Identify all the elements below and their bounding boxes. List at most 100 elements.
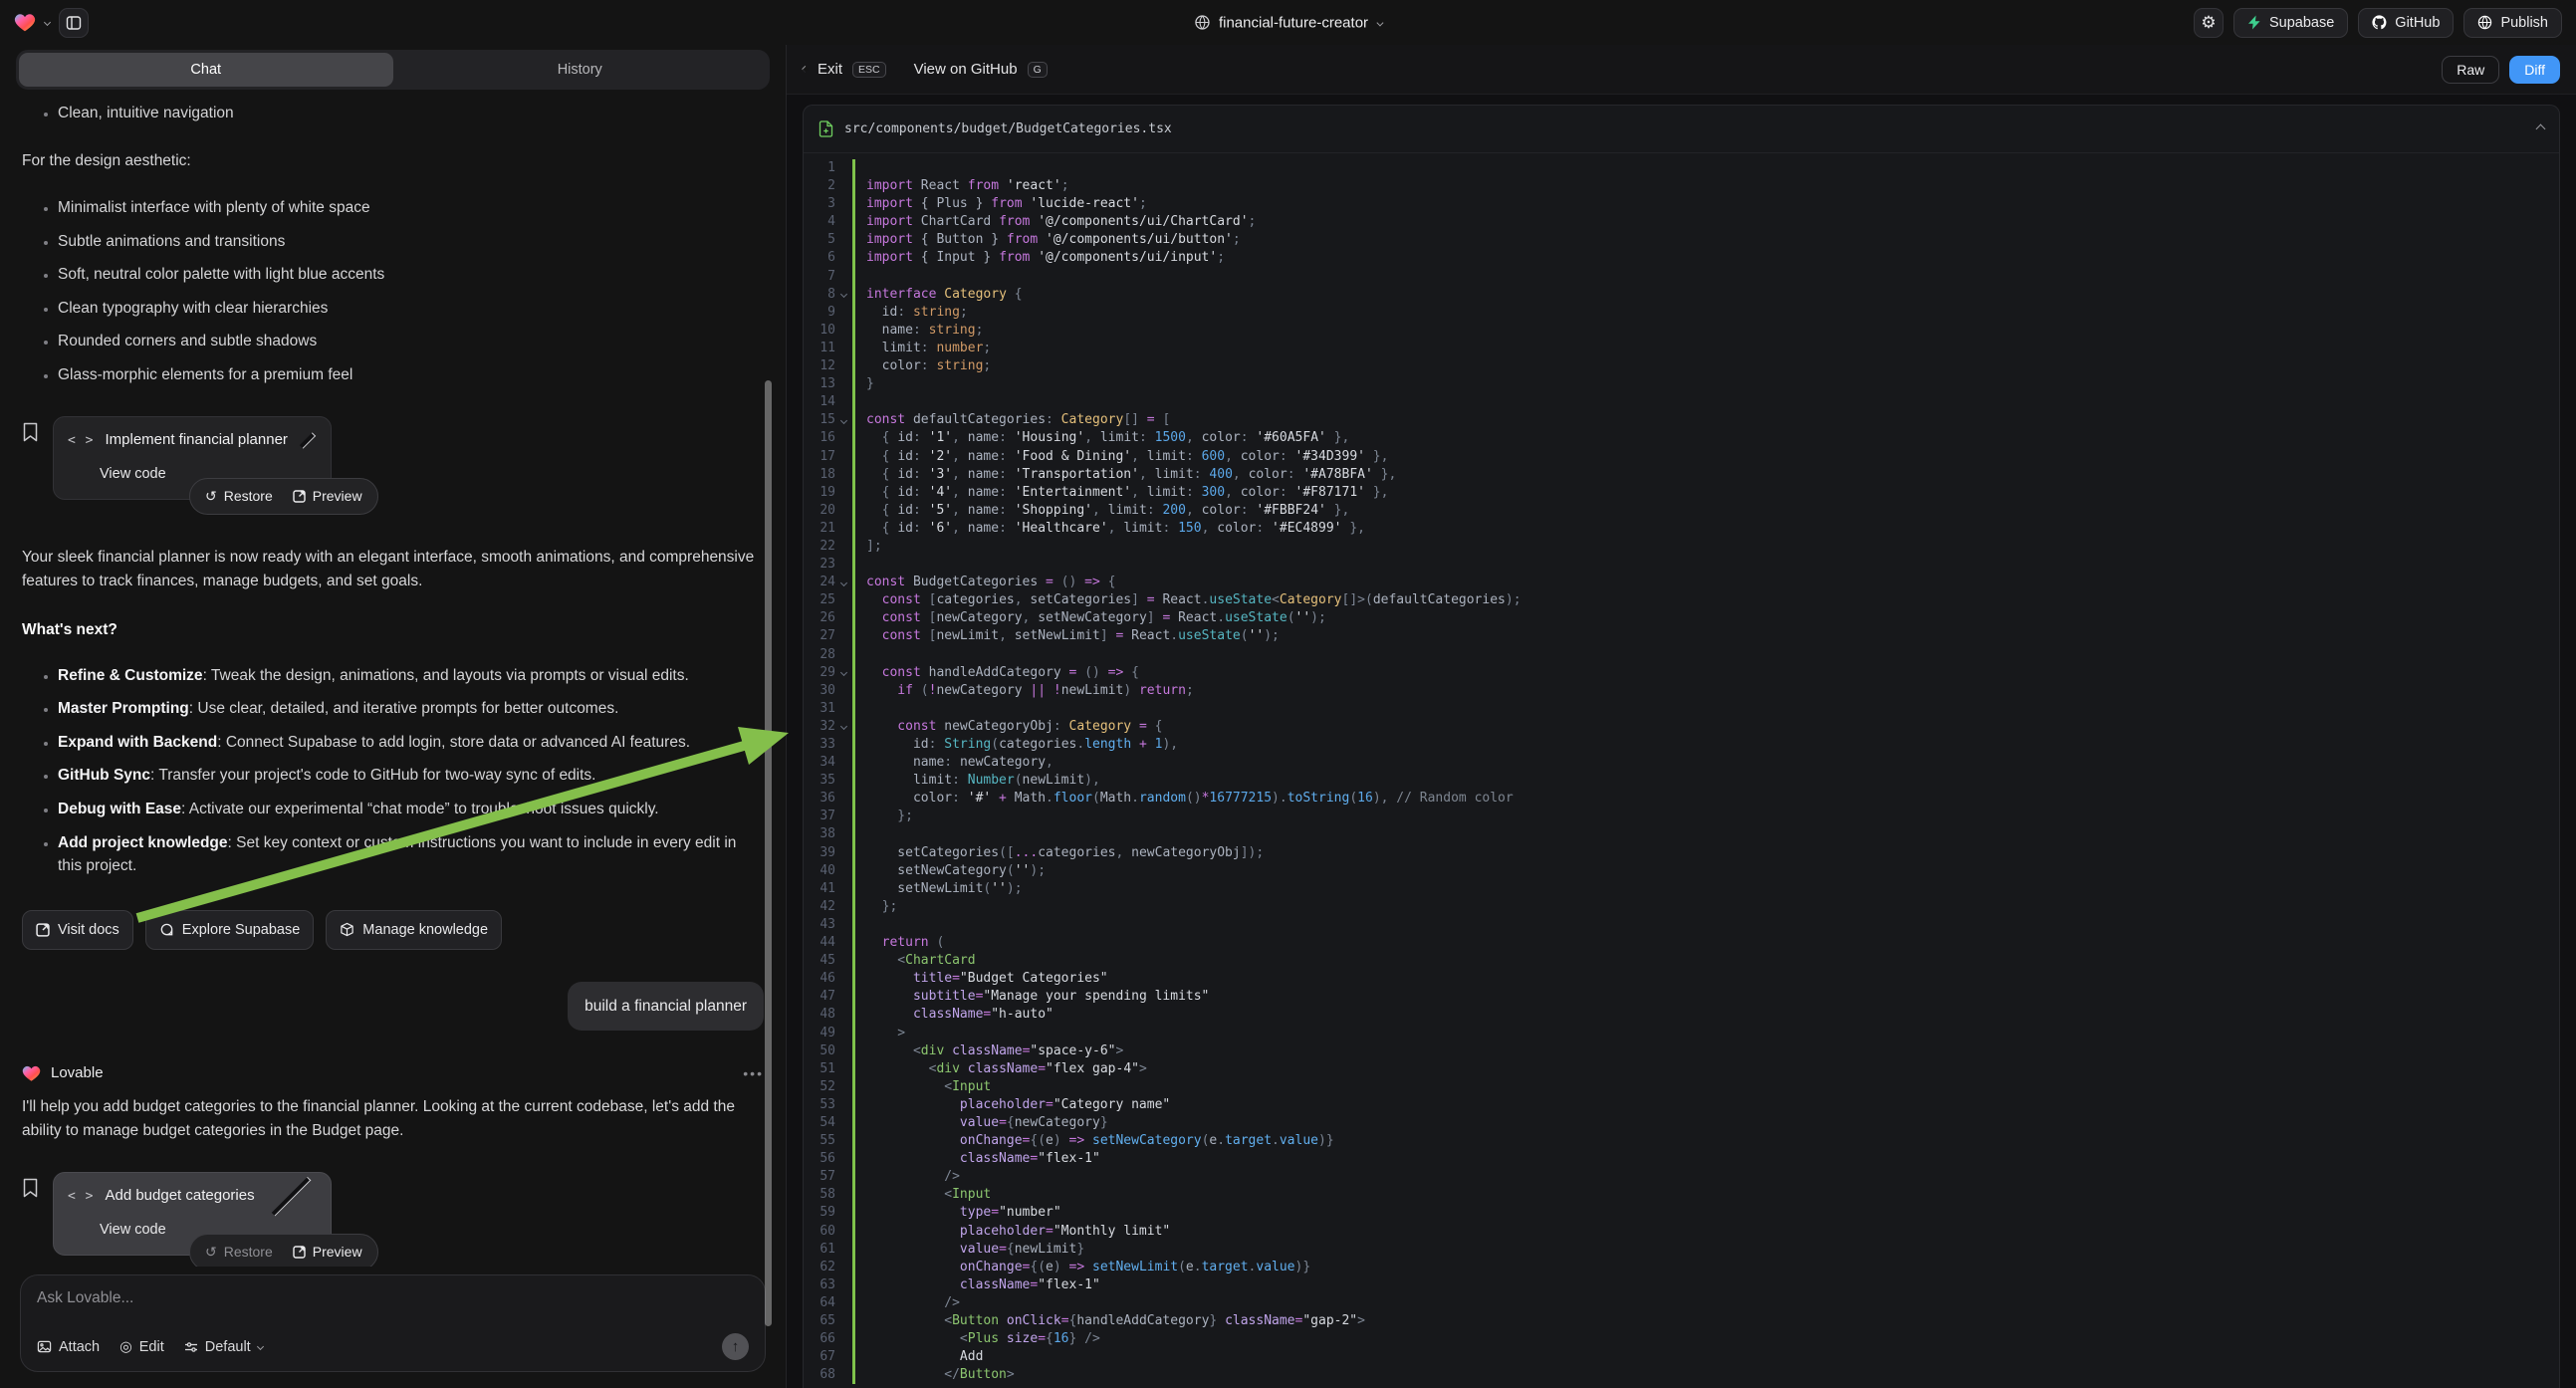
list-item: Refine & Customize: Tweak the design, an… [58, 664, 764, 688]
bookmark-icon[interactable] [22, 422, 39, 500]
code-text [852, 268, 2559, 286]
list-item: Clean typography with clear hierarchies [58, 297, 764, 321]
code-text: placeholder="Monthly limit" [852, 1223, 2559, 1241]
message-options-button[interactable]: ••• [743, 1063, 764, 1084]
fold-spacer [835, 898, 852, 916]
settings-button[interactable]: ⚙ [2194, 8, 2224, 38]
fold-spacer [835, 627, 852, 645]
code-text: id: string; [852, 304, 2559, 322]
code-viewer-header: Exit ESC View on GitHub G Raw Diff [787, 45, 2576, 95]
chat-scrollbar[interactable] [765, 380, 772, 1326]
code-line: 4import ChartCard from '@/components/ui/… [804, 213, 2559, 231]
tab-history[interactable]: History [393, 53, 768, 87]
fold-spacer [835, 1276, 852, 1294]
attach-button[interactable]: Attach [37, 1339, 100, 1355]
logo-menu-chevron-icon[interactable] [44, 19, 51, 26]
file-path: src/components/budget/BudgetCategories.t… [844, 121, 1172, 136]
line-number: 29 [804, 664, 835, 682]
edit-mode-button[interactable]: ◎ Edit [119, 1339, 164, 1355]
exit-button[interactable]: Exit ESC [803, 61, 886, 78]
code-text: const newCategoryObj: Category = { [852, 718, 2559, 736]
fold-spacer [835, 772, 852, 790]
code-text: value={newCategory} [852, 1114, 2559, 1132]
line-number: 51 [804, 1060, 835, 1078]
chat-input[interactable] [37, 1289, 749, 1325]
line-number: 61 [804, 1241, 835, 1259]
fold-chevron-icon[interactable] [835, 664, 852, 682]
line-number: 54 [804, 1114, 835, 1132]
fold-spacer [835, 448, 852, 466]
publish-button[interactable]: Publish [2463, 8, 2562, 38]
line-number: 18 [804, 466, 835, 484]
visit-docs-button[interactable]: Visit docs [22, 910, 133, 950]
mode-label: Default [205, 1339, 251, 1355]
preview-label: Preview [313, 486, 362, 507]
line-number: 46 [804, 970, 835, 988]
fold-chevron-icon[interactable] [835, 286, 852, 304]
fold-spacer [835, 844, 852, 862]
version-card-row: < > Add budget categories View code ↺ Re… [22, 1172, 764, 1256]
fold-spacer [835, 1366, 852, 1384]
diff-toggle-button[interactable]: Diff [2509, 56, 2560, 84]
code-line: 9 id: string; [804, 304, 2559, 322]
bookmark-icon[interactable] [22, 1178, 39, 1256]
fold-spacer [835, 340, 852, 357]
preview-button[interactable]: Preview [293, 1242, 362, 1263]
chat-bubble-icon [159, 922, 174, 937]
restore-icon: ↺ [205, 1242, 217, 1263]
fold-chevron-icon[interactable] [835, 574, 852, 591]
code-text: import { Button } from '@/components/ui/… [852, 231, 2559, 249]
chat-scroll-area[interactable]: Clean, intuitive navigation For the desi… [0, 90, 786, 1267]
code-text [852, 825, 2559, 843]
fold-spacer [835, 790, 852, 808]
github-label: GitHub [2395, 15, 2440, 31]
view-on-github-button[interactable]: View on GitHub G [914, 61, 1048, 78]
fold-spacer [835, 357, 852, 375]
tab-chat[interactable]: Chat [19, 53, 393, 87]
list-item: Debug with Ease: Activate our experiment… [58, 798, 764, 821]
fold-chevron-icon[interactable] [835, 718, 852, 736]
line-number: 37 [804, 808, 835, 825]
fold-spacer [835, 646, 852, 664]
line-number: 8 [804, 286, 835, 304]
code-line: 55 onChange={(e) => setNewCategory(e.tar… [804, 1132, 2559, 1150]
fold-spacer [835, 825, 852, 843]
sidebar-toggle-button[interactable] [59, 8, 89, 38]
explore-supabase-button[interactable]: Explore Supabase [145, 910, 315, 950]
file-header[interactable]: src/components/budget/BudgetCategories.t… [804, 106, 2559, 153]
code-text [852, 556, 2559, 574]
project-switcher[interactable]: financial-future-creator [1194, 14, 1382, 31]
code-line: 41 setNewLimit(''); [804, 880, 2559, 898]
code-line: 64 /> [804, 1294, 2559, 1312]
collapse-file-button[interactable] [2537, 121, 2544, 136]
fold-spacer [835, 322, 852, 340]
fold-spacer [835, 1348, 852, 1366]
model-selector[interactable]: Default [184, 1339, 263, 1355]
fold-chevron-icon[interactable] [835, 411, 852, 429]
supabase-button[interactable]: Supabase [2233, 8, 2348, 38]
code-text: limit: Number(newLimit), [852, 772, 2559, 790]
line-number: 14 [804, 393, 835, 411]
line-number: 24 [804, 574, 835, 591]
line-number: 49 [804, 1025, 835, 1042]
fold-spacer [835, 1042, 852, 1060]
send-button[interactable]: ↑ [722, 1333, 749, 1360]
preview-button[interactable]: Preview [293, 486, 362, 507]
list-item: GitHub Sync: Transfer your project's cod… [58, 764, 764, 788]
version-card-title: Implement financial planner [105, 429, 287, 452]
chat-history-tabs: Chat History [16, 50, 770, 90]
raw-toggle-button[interactable]: Raw [2442, 56, 2499, 84]
version-card-title: Add budget categories [105, 1185, 254, 1208]
line-number: 59 [804, 1204, 835, 1222]
restore-button[interactable]: ↺ Restore [205, 1242, 273, 1263]
fold-spacer [835, 520, 852, 538]
restore-button[interactable]: ↺ Restore [205, 486, 273, 507]
code-line: 47 subtitle="Manage your spending limits… [804, 988, 2559, 1006]
manage-knowledge-button[interactable]: Manage knowledge [326, 910, 502, 950]
line-number: 7 [804, 268, 835, 286]
sliders-icon [184, 1340, 198, 1354]
github-button[interactable]: GitHub [2358, 8, 2454, 38]
fold-spacer [835, 1330, 852, 1348]
lovable-logo-icon[interactable] [14, 12, 36, 34]
view-on-github-label: View on GitHub [914, 61, 1018, 78]
